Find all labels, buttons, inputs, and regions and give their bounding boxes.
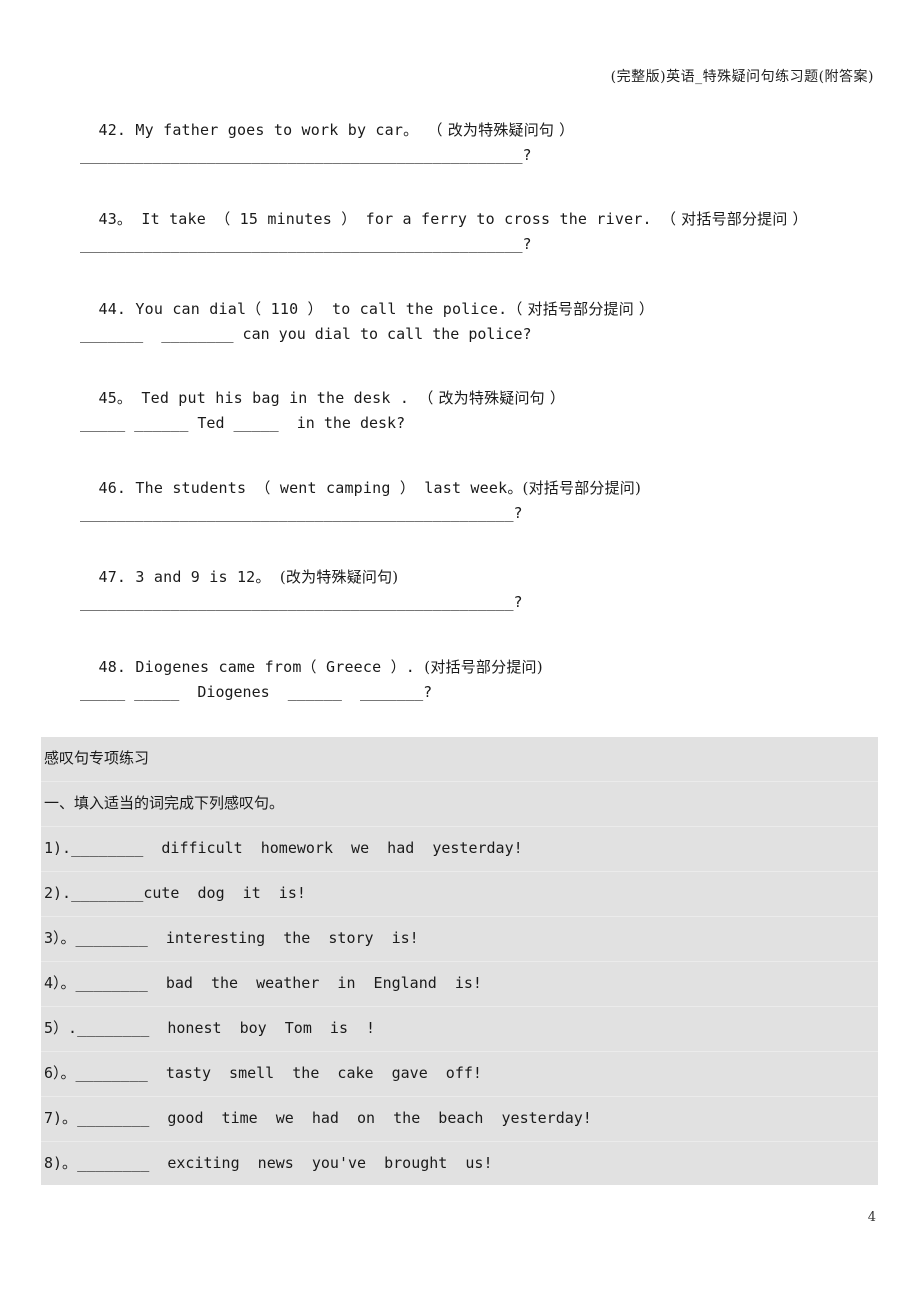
- item-blank[interactable]: ________: [71, 839, 143, 857]
- question-48: 48. Diogenes came from（ Greece ）. (对括号部分…: [80, 637, 543, 677]
- item-text: honest boy Tom is !: [149, 1019, 376, 1037]
- question-text: Ted put his bag in the desk .: [141, 389, 410, 407]
- question-text: You can dial（ 110 ） to call the police.: [135, 300, 508, 318]
- question-text: My father goes to work by car。: [135, 121, 419, 139]
- row-divider: [41, 781, 878, 782]
- answer-line-46[interactable]: ________________________________________…: [80, 503, 523, 523]
- question-number: 42.: [98, 121, 127, 139]
- question-text: Diogenes came from（ Greece ）.: [135, 658, 416, 676]
- document-header-title: (完整版)英语_特殊疑问句练习题(附答案): [610, 69, 874, 85]
- row-divider: [41, 1141, 878, 1142]
- question-instruction: （ 对括号部分提问 ）: [507, 300, 655, 318]
- question-instruction: （ 对括号部分提问 ）: [661, 210, 808, 228]
- exclamation-item-1: 1).________ difficult homework we had ye…: [44, 838, 523, 858]
- question-text: 3 and 9 is 12。: [135, 568, 271, 586]
- item-blank[interactable]: ________: [77, 1019, 149, 1037]
- item-label: 7)。: [44, 1109, 78, 1127]
- question-43: 43。 It take （ 15 minutes ） for a ferry t…: [80, 189, 808, 229]
- question-instruction: （ 改为特殊疑问句 ）: [418, 389, 566, 407]
- exclamation-item-5: 5）.________ honest boy Tom is !: [44, 1018, 375, 1038]
- item-label: 1).: [44, 839, 72, 857]
- question-instruction: （ 改为特殊疑问句 ）: [427, 121, 575, 139]
- question-47: 47. 3 and 9 is 12。 (改为特殊疑问句): [80, 547, 398, 587]
- question-number: 46.: [98, 479, 127, 497]
- question-45: 45。 Ted put his bag in the desk . （ 改为特殊…: [80, 368, 565, 408]
- question-instruction: (对括号部分提问): [522, 479, 642, 497]
- row-divider: [41, 1051, 878, 1052]
- answer-line-47[interactable]: ________________________________________…: [80, 592, 523, 612]
- page-number: 4: [867, 1210, 876, 1225]
- item-text: cute dog it is!: [143, 884, 306, 902]
- item-text: difficult homework we had yesterday!: [143, 839, 523, 857]
- question-text: The students （ went camping ） last week。: [135, 479, 523, 497]
- item-blank[interactable]: ________: [76, 929, 148, 947]
- item-blank[interactable]: ________: [77, 1154, 149, 1172]
- item-label: 2).: [44, 884, 72, 902]
- item-blank[interactable]: ________: [76, 1064, 148, 1082]
- item-text: tasty smell the cake gave off!: [147, 1064, 482, 1082]
- item-text: good time we had on the beach yesterday!: [149, 1109, 592, 1127]
- row-divider: [41, 916, 878, 917]
- item-blank[interactable]: ________: [77, 1109, 149, 1127]
- exclamation-exercise-panel: 感叹句专项练习 一、填入适当的词完成下列感叹句。 1).________ dif…: [41, 737, 878, 1185]
- question-46: 46. The students （ went camping ） last w…: [80, 458, 641, 498]
- item-text: bad the weather in England is!: [147, 974, 482, 992]
- row-divider: [41, 1096, 878, 1097]
- item-text: interesting the story is!: [147, 929, 419, 947]
- question-number: 44.: [98, 300, 127, 318]
- item-label: 6）。: [44, 1064, 76, 1082]
- row-divider: [41, 1006, 878, 1007]
- answer-line-48[interactable]: _____ _____ Diogenes ______ _______?: [80, 682, 432, 702]
- question-42: 42. My father goes to work by car。 （ 改为特…: [80, 100, 574, 140]
- item-label: 3）。: [44, 929, 76, 947]
- exclamation-item-4: 4）。________ bad the weather in England i…: [44, 973, 482, 993]
- question-instruction: (对括号部分提问): [424, 658, 543, 676]
- item-label: 5）.: [44, 1019, 78, 1037]
- question-instruction: (改为特殊疑问句): [279, 568, 399, 586]
- exclamation-item-8: 8)。________ exciting news you've brought…: [44, 1153, 492, 1173]
- question-44: 44. You can dial（ 110 ） to call the poli…: [80, 279, 654, 319]
- row-divider: [41, 961, 878, 962]
- answer-line-42[interactable]: ________________________________________…: [80, 145, 532, 165]
- question-number: 47.: [98, 568, 127, 586]
- section-title: 感叹句专项练习: [44, 749, 150, 767]
- question-text: It take （ 15 minutes ） for a ferry to cr…: [141, 210, 652, 228]
- row-divider: [41, 826, 878, 827]
- exclamation-item-2: 2).________cute dog it is!: [44, 883, 306, 903]
- exclamation-item-6: 6）。________ tasty smell the cake gave of…: [44, 1063, 482, 1083]
- answer-line-44[interactable]: _______ ________ can you dial to call th…: [80, 324, 532, 344]
- row-divider: [41, 871, 878, 872]
- item-text: exciting news you've brought us!: [149, 1154, 493, 1172]
- item-blank[interactable]: ________: [76, 974, 148, 992]
- exclamation-item-3: 3）。________ interesting the story is!: [44, 928, 419, 948]
- question-number: 48.: [98, 658, 127, 676]
- exclamation-item-7: 7)。________ good time we had on the beac…: [44, 1108, 592, 1128]
- answer-line-43[interactable]: ________________________________________…: [80, 234, 532, 254]
- question-number: 43。: [98, 210, 133, 228]
- item-label: 8)。: [44, 1154, 78, 1172]
- item-label: 4）。: [44, 974, 76, 992]
- section-instruction: 一、填入适当的词完成下列感叹句。: [44, 794, 285, 812]
- item-blank[interactable]: ________: [71, 884, 143, 902]
- question-number: 45。: [98, 389, 133, 407]
- answer-line-45[interactable]: _____ ______ Ted _____ in the desk?: [80, 413, 405, 433]
